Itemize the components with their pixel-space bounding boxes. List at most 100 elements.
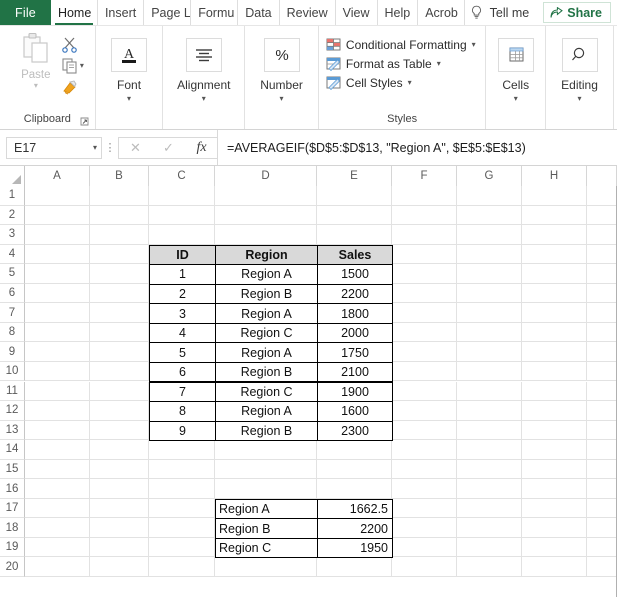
result-value-19[interactable]: 1950 xyxy=(317,537,393,559)
format-as-table-chevron-down-icon[interactable]: ▾ xyxy=(437,59,441,68)
cell-F15[interactable] xyxy=(392,459,457,480)
row-header-4[interactable]: 4 xyxy=(0,244,25,265)
cell-H1[interactable] xyxy=(522,186,587,206)
table-cell-region-10[interactable]: Region B xyxy=(215,361,318,383)
table-cell-sales-12[interactable]: 1600 xyxy=(317,401,393,422)
cell-E3[interactable] xyxy=(317,225,392,245)
cell-F20[interactable] xyxy=(392,557,457,577)
cell-A15[interactable] xyxy=(25,459,90,480)
table-cell-id-6[interactable]: 6 xyxy=(149,361,216,383)
clipboard-dialog-launcher-icon[interactable] xyxy=(80,117,89,126)
copy-button[interactable]: ▾ xyxy=(61,55,84,75)
cell-x13[interactable] xyxy=(587,420,617,441)
copy-chevron-down-icon[interactable]: ▾ xyxy=(80,61,84,70)
cell-B9[interactable] xyxy=(90,342,149,362)
column-header-f[interactable]: F xyxy=(392,166,457,186)
cell-D2[interactable] xyxy=(215,205,317,226)
spreadsheet-grid[interactable]: A B C D E F G H 1 2 3 4 5 6 7 8 9 10 11 12 13 14 15 16 17 18 19 20 I… xyxy=(0,166,617,597)
cell-F5[interactable] xyxy=(392,264,457,284)
cell-H3[interactable] xyxy=(522,225,587,245)
cell-A8[interactable] xyxy=(25,322,90,343)
row-header-2[interactable]: 2 xyxy=(0,205,25,226)
cell-C15[interactable] xyxy=(149,459,215,480)
row-header-19[interactable]: 19 xyxy=(0,537,25,558)
cell-A19[interactable] xyxy=(25,537,90,558)
cell-x9[interactable] xyxy=(587,342,617,362)
cell-x8[interactable] xyxy=(587,322,617,343)
cell-G2[interactable] xyxy=(457,205,522,226)
cell-C19[interactable] xyxy=(149,537,215,558)
result-label-19[interactable]: Region C xyxy=(215,537,318,559)
table-cell-id-2[interactable]: 2 xyxy=(149,283,216,305)
tab-data[interactable]: Data xyxy=(238,0,280,25)
cell-C16[interactable] xyxy=(149,479,215,499)
cell-x4[interactable] xyxy=(587,244,617,265)
font-chevron-down-icon[interactable]: ▾ xyxy=(127,94,131,103)
table-cell-id-4[interactable]: 4 xyxy=(149,322,216,344)
result-label-18[interactable]: Region B xyxy=(215,518,318,539)
cell-x14[interactable] xyxy=(587,440,617,460)
result-value-18[interactable]: 2200 xyxy=(317,518,393,539)
cell-H6[interactable] xyxy=(522,283,587,304)
cell-x3[interactable] xyxy=(587,225,617,245)
paste-chevron-down-icon[interactable]: ▾ xyxy=(34,82,38,90)
cell-B8[interactable] xyxy=(90,322,149,343)
cell-H7[interactable] xyxy=(522,303,587,323)
tab-file[interactable]: File xyxy=(0,0,51,25)
table-cell-region-8[interactable]: Region C xyxy=(215,322,318,344)
cell-H14[interactable] xyxy=(522,440,587,460)
table-cell-id-5[interactable]: 5 xyxy=(149,342,216,363)
cell-A12[interactable] xyxy=(25,401,90,421)
font-button[interactable]: A Font ▾ xyxy=(111,30,148,103)
table-cell-region-9[interactable]: Region A xyxy=(215,342,318,363)
row-header-20[interactable]: 20 xyxy=(0,557,25,577)
tab-formulas[interactable]: Formu xyxy=(191,0,239,25)
cell-G3[interactable] xyxy=(457,225,522,245)
cell-x7[interactable] xyxy=(587,303,617,323)
cell-C18[interactable] xyxy=(149,518,215,538)
tab-home[interactable]: Home xyxy=(51,0,98,25)
cell-x19[interactable] xyxy=(587,537,617,558)
cell-A5[interactable] xyxy=(25,264,90,284)
cell-F3[interactable] xyxy=(392,225,457,245)
row-header-10[interactable]: 10 xyxy=(0,361,25,382)
cell-E20[interactable] xyxy=(317,557,392,577)
cell-B12[interactable] xyxy=(90,401,149,421)
cell-A11[interactable] xyxy=(25,381,90,402)
cell-G17[interactable] xyxy=(457,498,522,519)
cell-G8[interactable] xyxy=(457,322,522,343)
cell-C14[interactable] xyxy=(149,440,215,460)
cell-B10[interactable] xyxy=(90,361,149,382)
cell-F7[interactable] xyxy=(392,303,457,323)
cell-G12[interactable] xyxy=(457,401,522,421)
table-cell-sales-9[interactable]: 1750 xyxy=(317,342,393,363)
cell-A7[interactable] xyxy=(25,303,90,323)
table-header-region[interactable]: Region xyxy=(215,244,318,266)
row-header-5[interactable]: 5 xyxy=(0,264,25,284)
cell-E16[interactable] xyxy=(317,479,392,499)
select-all-corner[interactable] xyxy=(0,166,25,186)
table-cell-id-9[interactable]: 9 xyxy=(149,420,216,442)
cell-F17[interactable] xyxy=(392,498,457,519)
column-header-e[interactable]: E xyxy=(317,166,392,186)
cell-H2[interactable] xyxy=(522,205,587,226)
row-header-3[interactable]: 3 xyxy=(0,225,25,245)
result-label-17[interactable]: Region A xyxy=(215,498,318,520)
cell-E1[interactable] xyxy=(317,186,392,206)
row-header-13[interactable]: 13 xyxy=(0,420,25,441)
cell-G7[interactable] xyxy=(457,303,522,323)
cell-F11[interactable] xyxy=(392,381,457,402)
cell-B13[interactable] xyxy=(90,420,149,441)
cut-button[interactable] xyxy=(61,34,84,54)
cell-B15[interactable] xyxy=(90,459,149,480)
cell-F19[interactable] xyxy=(392,537,457,558)
cell-x2[interactable] xyxy=(587,205,617,226)
table-header-sales[interactable]: Sales xyxy=(317,244,393,266)
cell-A3[interactable] xyxy=(25,225,90,245)
cell-D14[interactable] xyxy=(215,440,317,460)
cell-F4[interactable] xyxy=(392,244,457,265)
cell-H19[interactable] xyxy=(522,537,587,558)
cell-F2[interactable] xyxy=(392,205,457,226)
cell-x5[interactable] xyxy=(587,264,617,284)
cell-B18[interactable] xyxy=(90,518,149,538)
